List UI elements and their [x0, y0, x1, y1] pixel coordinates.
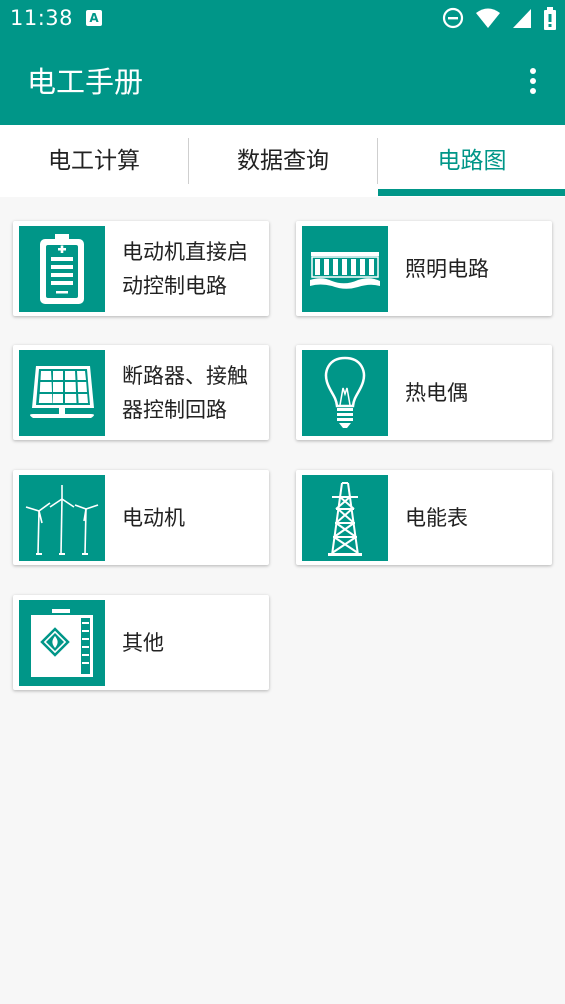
do-not-disturb-icon — [442, 7, 463, 29]
app-title: 电工手册 — [27, 65, 144, 99]
card-other[interactable]: 其他 — [13, 595, 269, 690]
tab-circuit-diagram[interactable]: 电路图 — [378, 125, 565, 197]
wind-turbine-icon — [19, 475, 105, 561]
status-bar: 11:38 A — [0, 0, 565, 38]
light-bulb-icon — [302, 350, 388, 436]
fuel-tank-icon — [19, 600, 105, 686]
status-time: 11:38 — [10, 6, 74, 30]
card-electricity-meter[interactable]: 电能表 — [296, 470, 552, 565]
card-label: 其他 — [122, 595, 265, 690]
cell-signal-icon — [512, 9, 531, 28]
card-breaker-contactor-circuit[interactable]: 断路器、接触器控制回路 — [13, 345, 269, 440]
battery-icon — [19, 226, 105, 312]
status-icons — [436, 7, 557, 31]
card-label-text: 电能表 — [405, 505, 468, 530]
notification-icon: A — [86, 10, 102, 26]
card-label-text: 电动机直接启动控制电路 — [122, 239, 248, 298]
tab-data-query[interactable]: 数据查询 — [189, 125, 377, 197]
card-label: 电动机 — [122, 470, 265, 565]
card-label-text: 断路器、接触器控制回路 — [122, 363, 248, 422]
card-label-text: 其他 — [122, 630, 164, 655]
tab-bar: 电工计算 数据查询 电路图 — [0, 125, 565, 197]
card-label-text: 电动机 — [122, 505, 185, 530]
wifi-icon — [475, 8, 500, 28]
card-label: 电动机直接启动控制电路 — [122, 221, 265, 316]
battery-icon — [544, 7, 556, 30]
card-thermocouple[interactable]: 热电偶 — [296, 345, 552, 440]
card-label: 热电偶 — [405, 345, 548, 440]
card-label: 电能表 — [405, 470, 548, 565]
tab-indicator — [378, 189, 565, 196]
card-label-text: 热电偶 — [405, 380, 468, 405]
card-motor-direct-start[interactable]: 电动机直接启动控制电路 — [13, 221, 269, 316]
power-plant-icon — [302, 226, 388, 312]
power-tower-icon — [302, 475, 388, 561]
card-label: 照明电路 — [405, 221, 548, 316]
card-label: 断路器、接触器控制回路 — [122, 345, 265, 440]
card-label-text: 照明电路 — [405, 256, 489, 281]
card-motor[interactable]: 电动机 — [13, 470, 269, 565]
app-bar: 电工手册 — [0, 38, 565, 125]
more-vert-icon[interactable] — [521, 65, 545, 99]
tab-electrical-calculation[interactable]: 电工计算 — [0, 125, 188, 197]
solar-panel-icon — [19, 350, 105, 436]
card-lighting-circuit[interactable]: 照明电路 — [296, 221, 552, 316]
